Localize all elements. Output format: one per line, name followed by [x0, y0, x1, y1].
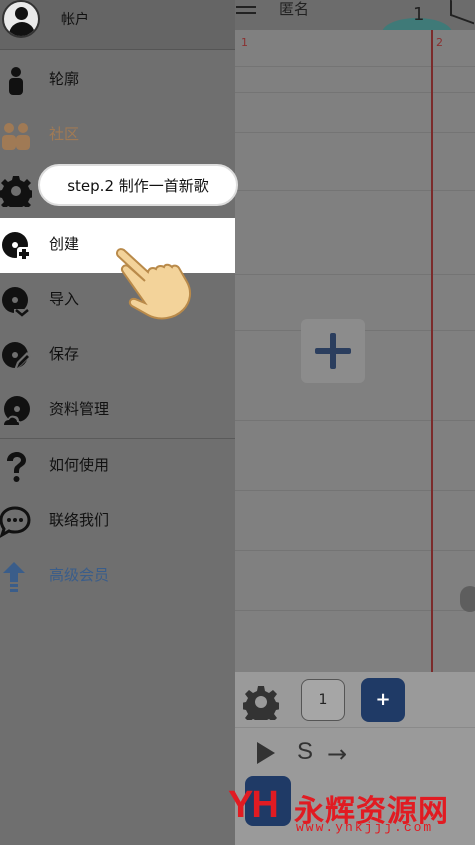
tutorial-tooltip: step.2 制作一首新歌 — [38, 164, 238, 206]
hamburger-menu-icon[interactable] — [236, 6, 256, 20]
gear-icon — [0, 176, 32, 207]
drawer-item-community[interactable]: 社区 — [0, 108, 235, 163]
grid-row — [235, 610, 475, 611]
navigation-drawer: 帐户 轮廓 社区 创建 导入 保存 资料管理 如何使用 联络我们 高级会员 — [0, 0, 235, 845]
grid-row — [235, 490, 475, 491]
next-arrow-icon[interactable]: → — [327, 740, 347, 768]
track-marker: 2 — [436, 36, 443, 49]
side-scroll-handle[interactable] — [460, 586, 475, 612]
drawer-item-label: 高级会员 — [49, 566, 110, 584]
drawer-item-contact-us[interactable]: 联络我们 — [0, 494, 235, 549]
account-label: 帐户 — [61, 12, 89, 28]
watermark-url: www.yhkjjj.com — [296, 820, 434, 835]
drawer-item-label: 导入 — [49, 290, 80, 308]
person-icon — [9, 67, 23, 95]
create-disc-icon — [2, 232, 31, 261]
avatar[interactable] — [2, 0, 40, 38]
counter-value: 1 — [413, 4, 425, 25]
playhead-line[interactable] — [431, 30, 433, 672]
watermark: YH 永辉资源网 www.yhkjjj.com — [226, 780, 475, 840]
drawer-item-label: 创建 — [49, 235, 80, 253]
account-header[interactable]: 帐户 — [0, 0, 235, 50]
drawer-item-how-to-use[interactable]: 如何使用 — [0, 439, 235, 494]
grid-row — [235, 274, 475, 275]
community-icon — [2, 123, 30, 150]
track-marker: 1 — [241, 36, 248, 49]
solo-button[interactable]: S — [297, 738, 313, 766]
save-disc-icon — [2, 342, 31, 370]
gear-icon[interactable] — [243, 684, 279, 720]
drawer-item-label: 社区 — [49, 125, 80, 143]
cloud-disc-icon — [2, 396, 30, 426]
metronome-icon[interactable] — [450, 0, 474, 25]
watermark-logo: YH — [228, 784, 279, 826]
track-grid[interactable]: 1 2 — [235, 30, 475, 672]
play-icon[interactable] — [257, 742, 275, 764]
grid-row — [235, 190, 475, 191]
drawer-item-label: 轮廓 — [49, 70, 80, 88]
question-icon — [7, 452, 26, 482]
drawer-item-save[interactable]: 保存 — [0, 328, 235, 383]
drawer-item-label: 联络我们 — [49, 511, 110, 529]
drawer-item-data-management[interactable]: 资料管理 — [0, 383, 235, 438]
measure-field[interactable]: 1 — [301, 679, 345, 721]
panel-divider — [235, 727, 475, 728]
grid-row — [235, 550, 475, 551]
grid-row — [235, 66, 475, 67]
grid-row — [235, 132, 475, 133]
chat-icon — [0, 506, 31, 538]
drawer-item-label: 保存 — [49, 345, 80, 363]
drawer-item-label: 资料管理 — [49, 400, 110, 418]
drawer-item-premium[interactable]: 高级会员 — [0, 549, 235, 604]
pointing-hand-icon — [115, 248, 192, 320]
import-disc-icon — [2, 287, 30, 317]
add-measure-button[interactable]: + — [361, 678, 405, 722]
drawer-item-profile[interactable]: 轮廓 — [0, 53, 235, 108]
grid-row — [235, 92, 475, 93]
drawer-item-label: 如何使用 — [49, 456, 110, 474]
grid-row — [235, 420, 475, 421]
song-title[interactable]: 匿名 — [279, 0, 309, 18]
add-track-button[interactable] — [301, 319, 365, 383]
upgrade-arrow-icon — [3, 562, 25, 592]
